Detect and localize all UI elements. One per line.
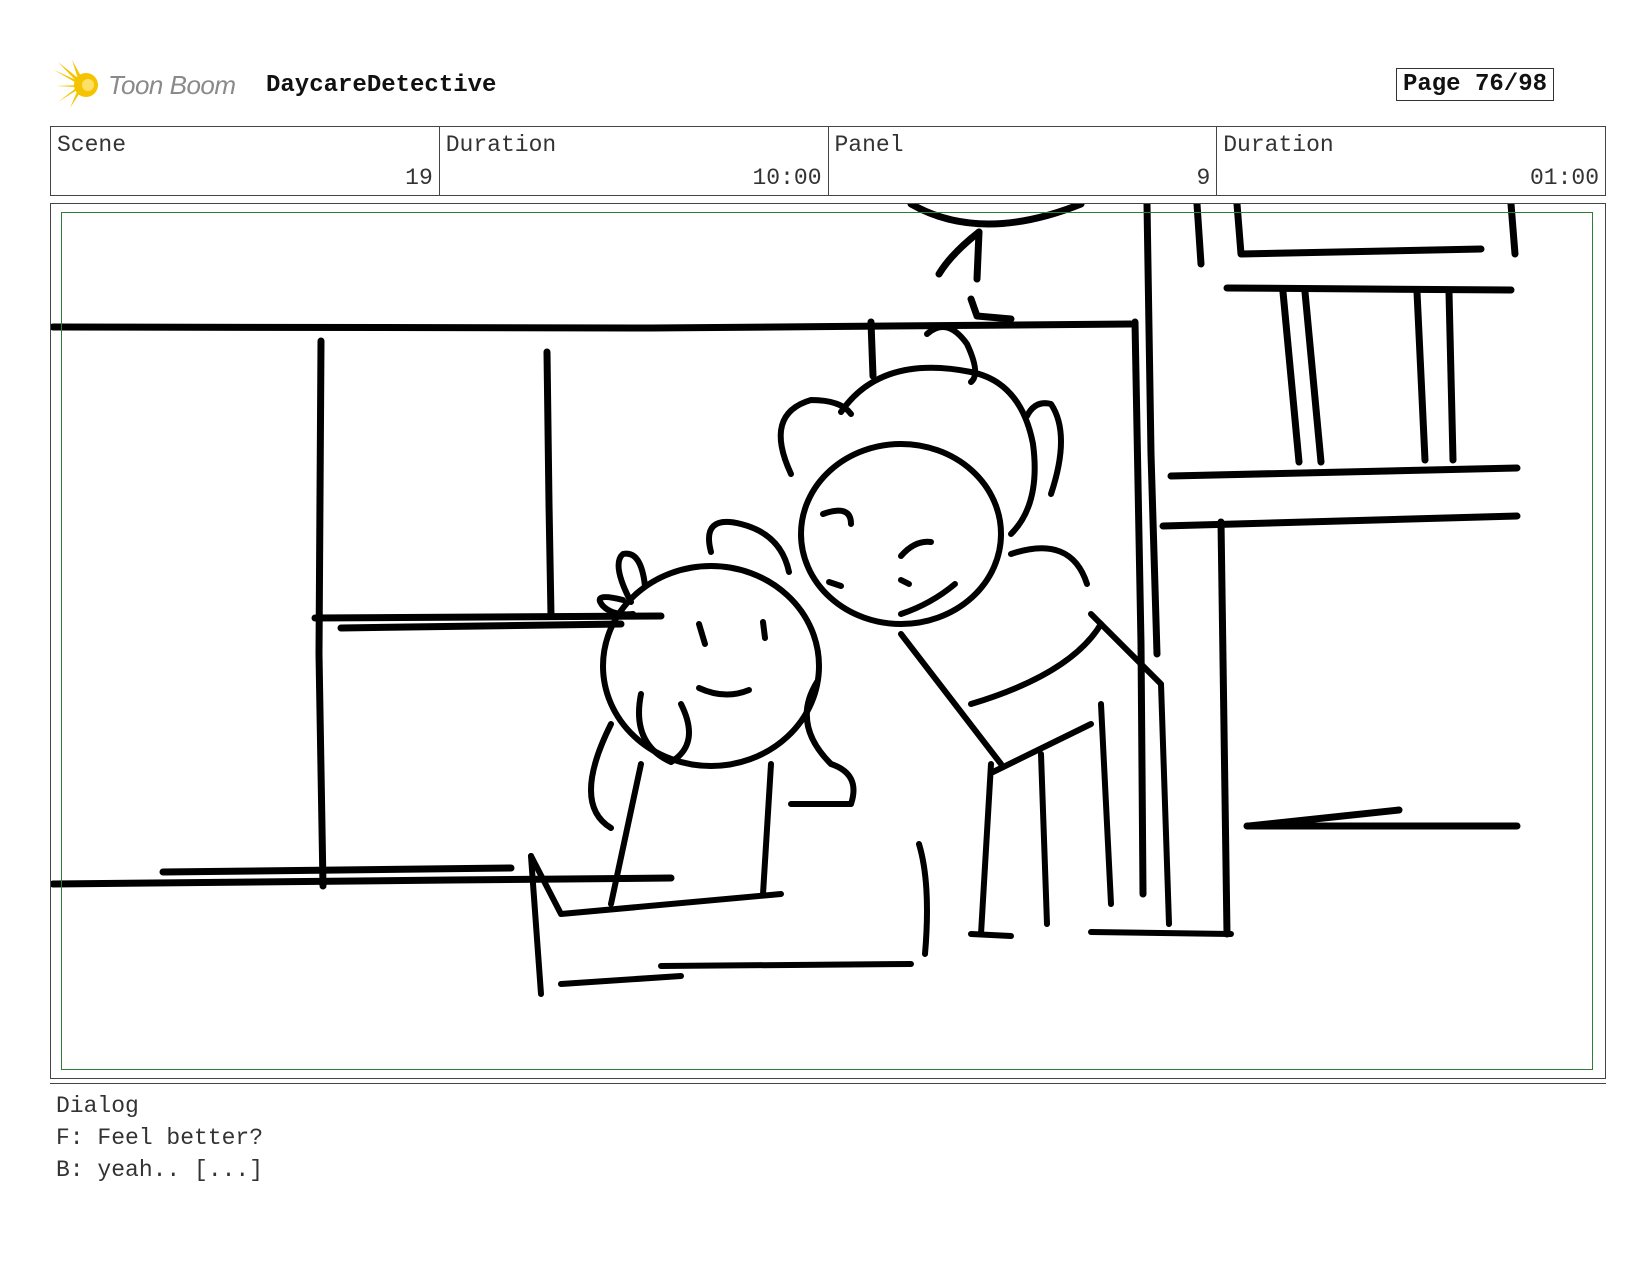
panel-info-table: Scene 19 Duration 10:00 Panel 9 Duration… — [50, 126, 1606, 196]
scene-cell: Scene 19 — [51, 127, 440, 195]
logo-wordmark: Toon Boom — [108, 69, 236, 100]
panel-label: Panel — [834, 132, 904, 158]
character-f-sketch — [777, 323, 1234, 939]
dialog-line: B: yeah.. [...] — [56, 1157, 264, 1183]
panel-duration-value: 01:00 — [1529, 165, 1599, 191]
hanging-lamp — [907, 204, 1085, 323]
scene-duration-label: Duration — [445, 132, 557, 158]
scene-value: 19 — [405, 165, 433, 191]
project-title: DaycareDetective — [266, 72, 497, 99]
panel-duration-label: Duration — [1223, 132, 1334, 158]
right-shelving — [1143, 204, 1521, 938]
dialog-section: Dialog F: Feel better? B: yeah.. [...] — [56, 1090, 263, 1186]
panel-duration-cell: Duration 01:00 — [1217, 127, 1605, 195]
panel-value: 9 — [1196, 165, 1211, 191]
storyboard-panel — [50, 203, 1606, 1079]
scene-label: Scene — [57, 132, 127, 158]
scene-duration-cell: Duration 10:00 — [440, 127, 829, 195]
background-shelves — [51, 318, 1147, 898]
dialog-line: F: Feel better? — [56, 1125, 264, 1151]
toon-boom-logo: Toon Boom — [54, 60, 244, 110]
panel-cell: Panel 9 — [829, 127, 1218, 195]
starburst-logo-icon — [54, 60, 98, 108]
scene-duration-value: 10:00 — [752, 165, 822, 191]
panel-sketch — [51, 204, 1521, 997]
storyboard-header: Toon Boom DaycareDetective Page 76/98 — [52, 56, 1608, 116]
character-b-sketch — [528, 518, 930, 997]
dialog-divider — [50, 1083, 1606, 1084]
dialog-label: Dialog — [56, 1093, 139, 1119]
page-indicator: Page 76/98 — [1395, 68, 1554, 101]
